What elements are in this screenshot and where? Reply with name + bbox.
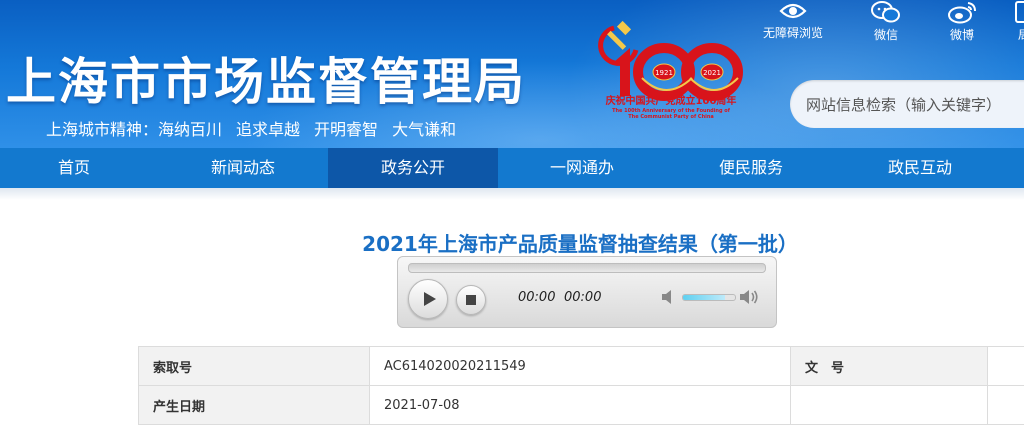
accessibility-button[interactable]: 无障碍浏览	[758, 0, 828, 41]
city-spirit-item: 开明睿智	[314, 120, 379, 139]
nav-shadow	[0, 188, 1024, 200]
city-spirit-item: 海纳百川	[158, 120, 223, 139]
volume-level	[683, 295, 725, 300]
stop-button[interactable]	[456, 285, 486, 315]
info-value	[987, 346, 1024, 386]
logo-year-left: 1921	[655, 69, 673, 77]
nav-item-news[interactable]: 新闻动态	[158, 148, 328, 188]
mobile-button[interactable]: 局	[1012, 0, 1024, 43]
info-value: 2021-07-08	[369, 385, 791, 425]
nav-item-public-services[interactable]: 便民服务	[666, 148, 836, 188]
nav-item-online-services[interactable]: 一网通办	[497, 148, 667, 188]
info-key: 索取号	[138, 346, 370, 386]
volume-slider[interactable]	[682, 294, 736, 301]
volume-high-icon[interactable]	[738, 288, 760, 306]
info-value: AC614020020211549	[369, 346, 791, 386]
current-time: 00:00	[518, 290, 556, 305]
logo-caption: 庆祝中国共产党成立100周年 The 100th Anniversary of …	[596, 96, 746, 120]
audio-progress-track[interactable]	[408, 263, 766, 273]
hammer-sickle-icon	[598, 20, 639, 66]
mobile-label: 局	[1017, 28, 1024, 42]
site-title[interactable]: 上海市市场监督管理局	[6, 42, 526, 114]
site-header: 上海市市场监督管理局 上海城市精神：海纳百川 追求卓越 开明睿智 大气谦和 1921 …	[0, 0, 1024, 148]
wechat-label: 微信	[873, 28, 898, 42]
info-value	[987, 385, 1024, 425]
logo-caption-cn: 庆祝中国共产党成立100周年	[605, 96, 737, 107]
logo-caption-en-2: The Communist Party of China	[628, 114, 714, 120]
logo-number: 100	[596, 18, 598, 19]
document-info-table: 索取号 AC614020020211549 文 号 产生日期 2021-07-0…	[138, 346, 1024, 425]
play-button[interactable]	[408, 279, 448, 319]
weibo-button[interactable]: 微博	[940, 0, 984, 43]
article-title: 2021年上海市产品质量监督抽查结果（第一批）	[362, 232, 798, 256]
nav-item-home[interactable]: 首页	[0, 148, 148, 188]
logo-year-right: 2021	[703, 69, 721, 77]
weibo-icon	[948, 2, 976, 24]
main-nav: 首页 新闻动态 政务公开 一网通办 便民服务 政民互动	[0, 148, 1024, 188]
total-time: 00:00	[564, 290, 602, 305]
play-icon	[424, 292, 436, 306]
wechat-icon	[871, 1, 900, 23]
city-spirit: 上海城市精神：海纳百川 追求卓越 开明睿智 大气谦和	[46, 116, 470, 140]
info-key: 文 号	[790, 346, 988, 386]
info-key	[790, 385, 988, 425]
nav-item-government-affairs[interactable]: 政务公开	[328, 148, 498, 188]
weibo-label: 微博	[949, 28, 974, 42]
phone-icon	[1015, 1, 1024, 23]
table-row: 索取号 AC614020020211549 文 号	[138, 346, 1024, 386]
nav-item-interaction[interactable]: 政民互动	[835, 148, 1005, 188]
table-row: 产生日期 2021-07-08	[138, 385, 1024, 425]
audio-player: 00:00 00:00	[397, 256, 777, 328]
search-input[interactable]	[804, 92, 1024, 118]
city-spirit-item: 追求卓越	[236, 120, 301, 139]
city-spirit-label: 上海城市精神：	[46, 120, 159, 139]
accessibility-label: 无障碍浏览	[762, 26, 823, 40]
volume-low-icon[interactable]	[660, 288, 678, 306]
wechat-button[interactable]: 微信	[864, 0, 908, 43]
stop-icon	[466, 295, 476, 305]
city-spirit-item: 大气谦和	[392, 120, 457, 139]
info-key: 产生日期	[138, 385, 370, 425]
site-search	[790, 80, 1024, 128]
eye-icon	[779, 3, 807, 19]
